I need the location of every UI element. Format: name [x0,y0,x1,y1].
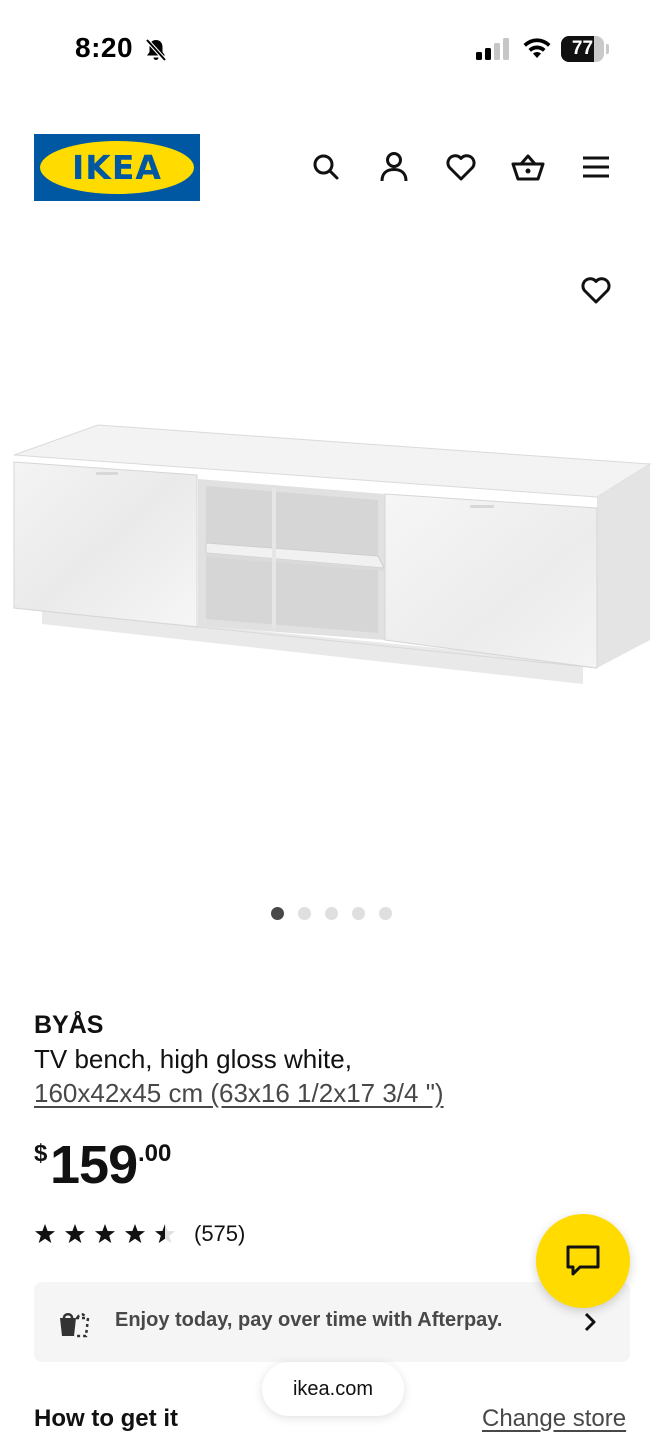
ikea-logo[interactable]: IKEA [34,134,200,201]
heart-icon [446,154,476,181]
status-bar: 8:20 77 [0,0,664,100]
star-icon [95,1224,115,1243]
heart-icon [581,277,611,304]
menu-icon [583,156,609,178]
status-time: 8:20 [75,32,134,63]
bell-slash-icon [145,38,167,62]
change-store-link[interactable]: Change store [482,1405,626,1433]
product-dimensions-link[interactable]: 160x42x45 cm (63x16 1/2x17 3/4 ") [34,1078,444,1109]
logo-text: IKEA [72,148,162,187]
cellular-signal-icon [476,38,509,60]
product-description: TV bench, high gloss white, [34,1044,352,1074]
account-button[interactable] [373,146,415,188]
gallery-dot[interactable] [271,907,284,920]
star-icon [65,1224,85,1243]
product-image[interactable] [0,240,664,890]
price-currency: $ [34,1140,48,1167]
star-icon [35,1224,55,1243]
search-button[interactable] [305,146,347,188]
price-decimal: .00 [138,1140,172,1167]
afterpay-banner[interactable]: Enjoy today, pay over time with Afterpay… [34,1282,630,1362]
star-icon [155,1224,175,1243]
review-count: (575) [194,1221,246,1246]
account-icon [380,152,408,182]
chevron-right-icon [584,1312,596,1332]
shopping-bag-icon [60,1313,90,1338]
price-integer: 159 [50,1135,138,1195]
how-to-get-it-heading: How to get it [34,1405,178,1432]
add-to-favourites-button[interactable] [574,268,618,312]
product-name: BYÅS [34,1011,104,1039]
gallery-dot[interactable] [298,907,311,920]
gallery-dot[interactable] [325,907,338,920]
gallery-dot[interactable] [379,907,392,920]
browser-url-bar[interactable]: ikea.com [262,1362,404,1416]
star-icon [125,1224,145,1243]
favourites-button[interactable] [440,146,482,188]
gallery-dot[interactable] [352,907,365,920]
battery-icon: 77 [561,36,609,62]
wifi-icon [523,38,551,58]
shopping-bag-button[interactable] [507,146,549,188]
chat-button[interactable] [536,1214,630,1308]
basket-icon [511,154,545,181]
search-icon [313,154,339,180]
gallery-pagination [0,907,664,921]
battery-level: 77 [571,38,594,59]
afterpay-text: Enjoy today, pay over time with Afterpay… [115,1309,503,1331]
rating-stars [34,1223,184,1247]
chat-icon [566,1245,600,1276]
menu-button[interactable] [575,146,617,188]
